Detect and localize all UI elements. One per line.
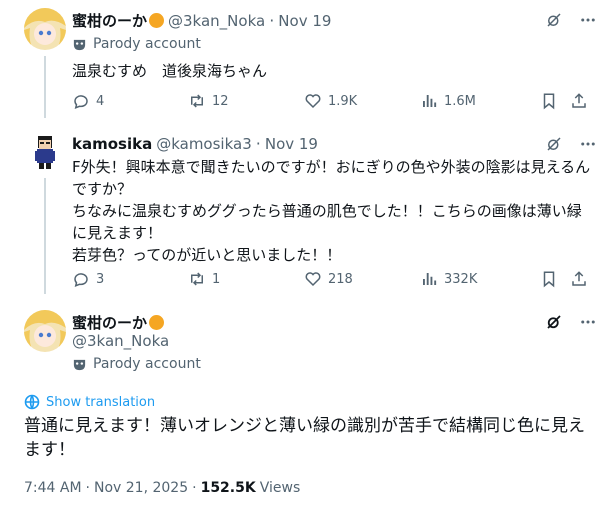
grok-icon[interactable]	[544, 10, 564, 30]
thread-line	[44, 178, 46, 294]
grok-icon[interactable]	[544, 312, 564, 332]
tweet-top-icons	[530, 312, 598, 332]
timestamp[interactable]: Nov 19	[278, 12, 331, 30]
tweet-time[interactable]: 7:44 AM	[24, 480, 82, 496]
tweet-top-icons	[530, 134, 598, 154]
share-button[interactable]	[570, 270, 588, 288]
handle[interactable]: @3kan_Noka	[168, 12, 265, 30]
tweet-header: kamosika @kamosika3 · Nov 19	[72, 134, 318, 153]
grok-icon[interactable]	[544, 134, 564, 154]
reply-icon	[74, 95, 88, 109]
parody-label: Parody account	[72, 356, 201, 372]
views-button[interactable]: 1.6M	[420, 92, 476, 110]
views-count: 152.5K	[200, 480, 256, 496]
orange-icon	[149, 13, 165, 28]
tweet-header: 蜜柑のーか @3kan_Noka · Nov 19	[72, 10, 332, 31]
thread-line	[44, 56, 46, 118]
tweet-meta: 7:44 AM · Nov 21, 2025 · 152.5K Views	[24, 480, 301, 496]
bookmark-icon	[543, 271, 555, 288]
handle[interactable]: @3kan_Noka	[72, 332, 169, 350]
share-icon	[572, 93, 586, 108]
bookmark-button[interactable]	[540, 92, 558, 110]
like-button[interactable]: 1.9K	[304, 92, 357, 110]
more-icon[interactable]	[578, 312, 598, 332]
display-name[interactable]: 蜜柑のーか	[72, 10, 147, 31]
avatar[interactable]	[24, 8, 66, 50]
share-button[interactable]	[570, 92, 588, 110]
repost-icon	[191, 272, 203, 286]
avatar[interactable]	[24, 310, 66, 352]
more-icon[interactable]	[578, 134, 598, 154]
display-name[interactable]: kamosika	[72, 135, 152, 153]
orange-icon	[149, 315, 165, 330]
main-tweet-name-row: 蜜柑のーか	[72, 312, 165, 333]
share-icon	[572, 271, 586, 286]
heart-icon	[305, 272, 321, 287]
views-label: Views	[259, 480, 301, 496]
display-name[interactable]: 蜜柑のーか	[72, 312, 147, 333]
bookmark-icon	[543, 93, 555, 110]
mask-icon	[73, 359, 86, 370]
tweet-text: F外失！興味本意で聞きたいのですが！おにぎりの色や外装の陰影は見えるん ですか？…	[72, 158, 591, 264]
heart-icon	[305, 94, 321, 109]
main-tweet-handle-row: @3kan_Noka	[72, 332, 169, 350]
repost-icon	[191, 94, 203, 108]
views-icon	[423, 273, 437, 285]
mask-icon	[73, 39, 86, 50]
parody-label: Parody account	[72, 36, 201, 52]
bookmark-button[interactable]	[540, 270, 558, 288]
views-button[interactable]: 332K	[420, 270, 477, 288]
tweet-text: 温泉むすめ 道後泉海ちゃん	[72, 62, 268, 80]
show-translation-link[interactable]: Show translation	[24, 394, 155, 410]
more-icon[interactable]	[578, 10, 598, 30]
translate-icon	[24, 394, 40, 410]
reply-button[interactable]: 3	[72, 270, 104, 288]
main-tweet-text: 普通に見えます！薄いオレンジと薄い緑の識別が苦手で結構同じ色に見え ます！	[24, 416, 585, 460]
tweet-date[interactable]: Nov 21, 2025	[94, 480, 188, 496]
views-icon	[423, 95, 437, 107]
handle[interactable]: @kamosika3	[156, 135, 252, 153]
like-button[interactable]: 218	[304, 270, 353, 288]
avatar[interactable]	[24, 130, 66, 172]
tweet-top-icons	[530, 10, 598, 30]
repost-button[interactable]: 12	[188, 92, 229, 110]
timestamp[interactable]: Nov 19	[265, 135, 318, 153]
reply-button[interactable]: 4	[72, 92, 104, 110]
repost-button[interactable]: 1	[188, 270, 220, 288]
reply-icon	[74, 273, 88, 287]
